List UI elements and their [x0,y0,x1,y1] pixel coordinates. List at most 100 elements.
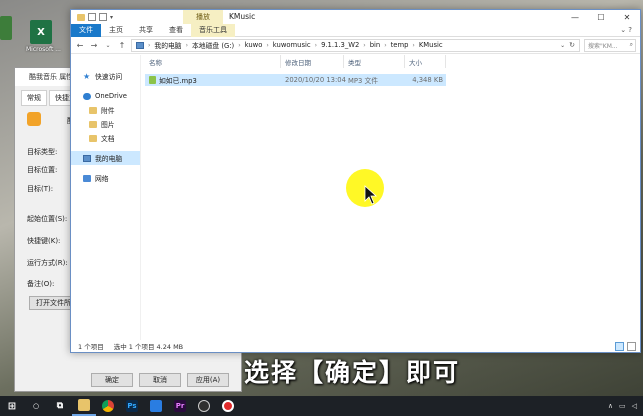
computer-icon [136,41,144,49]
tab-view[interactable]: 查看 [161,24,191,37]
breadcrumb-item[interactable]: KMusic [419,41,443,49]
row-comment: 备注(O): [27,280,55,288]
search-icon: ⌕ [629,41,633,48]
cloud-icon [83,92,91,100]
qat-dropdown-icon[interactable]: ▾ [110,14,113,21]
new-folder-icon[interactable] [99,13,107,21]
folder-icon [77,13,85,21]
column-size[interactable]: 大小 [405,55,446,68]
breadcrumb-item[interactable]: kuwomusic [273,41,311,49]
tray-expand-icon[interactable]: ∧ [608,402,613,410]
search-input[interactable]: 搜索"KM... ⌕ [584,38,636,52]
quick-access-toolbar: ▾ [71,13,113,21]
nav-attachments[interactable]: 附件 [71,103,140,117]
tab-file[interactable]: 文件 [71,23,101,37]
recent-locations-icon[interactable]: ⌄ [103,42,113,49]
taskbar-photoshop[interactable]: Ps [120,396,144,416]
record-icon [222,400,234,412]
folder-icon [89,106,97,114]
details-view-icon[interactable] [615,342,624,351]
mouse-pointer-icon [364,185,378,205]
taskbar-chrome[interactable] [96,396,120,416]
row-target-type: 目标类型: [27,148,58,156]
properties-icon[interactable] [88,13,96,21]
minimize-icon[interactable]: — [562,10,588,24]
premiere-icon: Pr [174,400,186,412]
up-icon[interactable]: ↑ [117,41,127,50]
search-icon: ○ [32,402,40,410]
network-tray-icon[interactable]: ▭ [619,402,626,410]
nav-label: 图片 [101,121,115,129]
nav-quick-access[interactable]: ★ 快速访问 [71,69,140,83]
nav-onedrive[interactable]: OneDrive [71,89,140,103]
refresh-icon[interactable]: ↻ [569,41,575,49]
file-row[interactable]: 如如已.mp3 2020/10/20 13:04 MP3 文件 4,348 KB [145,74,446,86]
tab-share[interactable]: 共享 [131,24,161,37]
taskbar-explorer[interactable] [72,396,96,416]
ribbon-expand-icon[interactable]: ⌄ ? [620,26,640,34]
breadcrumb-item[interactable]: kuwo [245,41,263,49]
large-icons-view-icon[interactable] [627,342,636,351]
tab-general[interactable]: 常规 [21,90,47,106]
column-type[interactable]: 类型 [344,55,405,68]
view-toggle [615,342,636,351]
title-bar: ▾ 播放 KMusic — ☐ ✕ [71,10,640,24]
nav-this-pc[interactable]: 我的电脑 [71,151,140,165]
ribbon-tabs: 文件 主页 共享 查看 音乐工具 ⌄ ? [71,23,640,37]
breadcrumb-item[interactable]: 本地磁盘 (G:) [192,40,234,50]
nav-label: OneDrive [95,92,127,100]
window-title: KMusic [229,12,256,21]
star-icon: ★ [83,71,91,81]
ok-button[interactable]: 确定 [91,373,133,387]
start-button[interactable]: ⊞ [0,396,24,416]
window-controls: — ☐ ✕ [562,10,640,24]
network-icon [83,174,91,182]
close-icon[interactable]: ✕ [614,10,640,24]
nav-documents[interactable]: 文档 [71,131,140,145]
nav-label: 文档 [101,135,115,143]
item-count: 1 个项目 [78,343,104,351]
nav-network[interactable]: 网络 [71,171,140,185]
excel-shortcut-icon[interactable]: X [30,20,52,44]
forward-icon[interactable]: → [89,41,99,50]
taskbar-obs[interactable] [192,396,216,416]
address-dropdown-icon[interactable]: ⌄ [560,42,565,49]
nav-label: 我的电脑 [95,155,123,163]
maximize-icon[interactable]: ☐ [588,10,614,24]
breadcrumb-item[interactable]: 我的电脑 [154,40,181,50]
photoshop-icon: Ps [126,400,138,412]
row-hotkey: 快捷键(K): [27,237,61,245]
computer-icon [83,154,91,162]
apply-button[interactable]: 应用(A) [187,373,229,387]
task-view-button[interactable]: ⧉ [48,396,72,416]
search-button[interactable]: ○ [24,396,48,416]
back-icon[interactable]: ← [75,41,85,50]
breadcrumb-item[interactable]: bin [370,41,381,49]
system-tray: ∧ ▭ ◁ [608,402,643,410]
column-headers: 名称 修改日期 类型 大小 [145,55,640,68]
address-bar[interactable]: › 我的电脑 › 本地磁盘 (G:) › kuwo › kuwomusic › … [131,38,580,52]
breadcrumb-item[interactable]: 9.1.1.3_W2 [321,41,359,49]
breadcrumb-separator: › [314,41,318,49]
taskbar-app-blue[interactable] [144,396,168,416]
column-name[interactable]: 名称 [145,55,281,68]
breadcrumb-item[interactable]: temp [391,41,409,49]
volume-icon[interactable]: ◁ [632,402,637,410]
tab-music-tools[interactable]: 音乐工具 [191,23,235,37]
folder-icon [78,399,90,411]
file-type: MP3 文件 [348,77,379,85]
taskbar-premiere[interactable]: Pr [168,396,192,416]
nav-label: 快速访问 [95,73,123,81]
taskbar-recorder[interactable] [216,396,240,416]
breadcrumb-separator: › [238,41,241,49]
breadcrumb-separator: › [266,41,269,49]
windows-icon: ⊞ [7,400,17,412]
nav-pictures[interactable]: 图片 [71,117,140,131]
nav-label: 网络 [95,175,109,183]
column-date-modified[interactable]: 修改日期 [281,55,344,68]
folder-icon [89,134,97,142]
cancel-button[interactable]: 取消 [139,373,181,387]
nav-label: 附件 [101,107,115,115]
app-shortcut-icon[interactable] [0,16,12,40]
tab-home[interactable]: 主页 [101,24,131,37]
